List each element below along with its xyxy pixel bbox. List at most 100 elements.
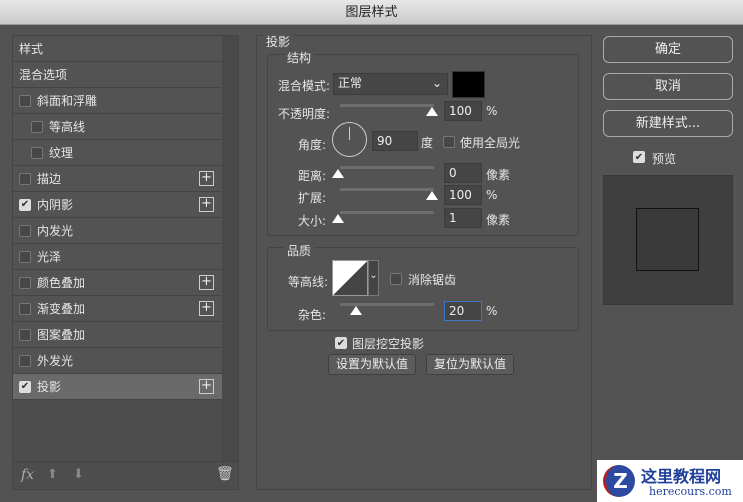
shadow-color-swatch[interactable]	[452, 71, 485, 98]
scrollbar[interactable]	[222, 36, 238, 461]
preview-thumbnail	[603, 175, 733, 305]
fx-button[interactable]: fx	[21, 467, 34, 483]
size-slider[interactable]	[340, 211, 434, 214]
style-item-label: 样式	[19, 42, 44, 56]
quality-group: 品质 等高线: ⌄ 消除锯齿 杂色: 20 %	[267, 242, 579, 331]
style-item-checkbox[interactable]: ✔	[19, 198, 31, 211]
distance-input[interactable]: 0	[444, 163, 482, 183]
opacity-unit: %	[486, 104, 498, 118]
ok-button[interactable]: 确定	[603, 36, 733, 63]
blend-mode-value: 正常	[338, 76, 363, 90]
style-item[interactable]: 光泽	[13, 244, 222, 270]
spread-slider[interactable]	[340, 188, 434, 191]
size-unit: 像素	[486, 213, 511, 227]
style-item-label: 等高线	[49, 120, 86, 134]
new-style-button[interactable]: 新建样式...	[603, 110, 733, 137]
angle-dial[interactable]	[332, 122, 367, 157]
watermark-name: 这里教程网	[641, 467, 722, 486]
add-icon[interactable]: +	[199, 379, 214, 394]
style-item-label: 纹理	[49, 146, 74, 160]
knockout-checkbox[interactable]: ✔	[335, 337, 347, 349]
style-item[interactable]: 颜色叠加 +	[13, 270, 222, 296]
spread-input[interactable]: 100	[444, 185, 482, 205]
opacity-slider[interactable]	[340, 104, 434, 107]
style-item-checkbox[interactable]: ✔	[19, 380, 31, 393]
opacity-input[interactable]: 100	[444, 101, 482, 121]
spread-label: 扩展:	[298, 191, 327, 205]
style-item-label: 斜面和浮雕	[37, 94, 98, 108]
style-item-label: 颜色叠加	[37, 276, 86, 290]
global-light-label: 使用全局光	[460, 136, 521, 150]
style-item-checkbox[interactable]	[19, 276, 31, 289]
style-item-checkbox[interactable]	[31, 120, 43, 133]
style-item[interactable]: 图案叠加	[13, 322, 222, 348]
style-item-checkbox[interactable]	[19, 302, 31, 315]
style-item[interactable]: 渐变叠加 +	[13, 296, 222, 322]
style-item-checkbox[interactable]	[19, 250, 31, 263]
quality-title: 品质	[284, 242, 315, 259]
antialias-checkbox[interactable]	[390, 273, 402, 285]
style-item-label: 内发光	[37, 224, 74, 238]
style-item-checkbox[interactable]	[19, 172, 31, 185]
set-default-button[interactable]: 设置为默认值	[328, 354, 416, 375]
size-input[interactable]: 1	[444, 208, 482, 228]
distance-slider-thumb[interactable]	[332, 169, 344, 178]
style-item-label: 光泽	[37, 250, 62, 264]
contour-chevron-down-icon[interactable]: ⌄	[368, 260, 379, 296]
style-item[interactable]: 外发光	[13, 348, 222, 374]
noise-label: 杂色:	[298, 308, 327, 322]
chevron-down-icon: ⌄	[431, 76, 442, 90]
preview-checkbox[interactable]: ✔	[633, 151, 645, 163]
reset-default-button[interactable]: 复位为默认值	[426, 354, 514, 375]
style-item[interactable]: 斜面和浮雕	[13, 88, 222, 114]
style-item-checkbox[interactable]	[19, 328, 31, 341]
preview-label: 预览	[652, 152, 677, 166]
style-item[interactable]: ✔ 投影 +	[13, 374, 222, 400]
style-item[interactable]: 混合选项	[13, 62, 222, 88]
panel-title: 投影	[263, 33, 294, 50]
blend-mode-select[interactable]: 正常 ⌄	[333, 73, 448, 95]
spread-unit: %	[486, 188, 498, 202]
distance-slider[interactable]	[340, 166, 434, 169]
distance-label: 距离:	[298, 169, 327, 183]
angle-unit: 度	[421, 136, 434, 150]
blend-mode-label: 混合模式:	[278, 79, 331, 93]
style-item-label: 外发光	[37, 354, 74, 368]
style-item-label: 描边	[37, 172, 62, 186]
global-light-checkbox[interactable]	[443, 136, 455, 148]
move-up-icon[interactable]: ⬆	[47, 467, 58, 482]
structure-title: 结构	[284, 49, 315, 66]
title-bar: 图层样式	[0, 0, 743, 25]
style-item-checkbox[interactable]	[19, 224, 31, 237]
style-item-label: 图案叠加	[37, 328, 86, 342]
style-item[interactable]: ✔ 内阴影 +	[13, 192, 222, 218]
angle-label: 角度:	[298, 138, 327, 152]
move-down-icon[interactable]: ⬇	[73, 467, 84, 482]
styles-list: 样式 混合选项 斜面和浮雕 等高线 纹理 描边 + ✔ 内阴影 + 内发光 光泽 颜色叠加 + 渐变叠加 + 图…	[12, 35, 239, 490]
opacity-slider-thumb[interactable]	[426, 107, 438, 116]
trash-icon[interactable]: 🗑	[216, 466, 234, 482]
cancel-button[interactable]: 取消	[603, 73, 733, 100]
style-item-checkbox[interactable]	[31, 146, 43, 159]
add-icon[interactable]: +	[199, 197, 214, 212]
style-item-label: 内阴影	[37, 198, 74, 212]
style-item-checkbox[interactable]	[19, 354, 31, 367]
add-icon[interactable]: +	[199, 301, 214, 316]
style-item[interactable]: 描边 +	[13, 166, 222, 192]
opacity-label: 不透明度:	[278, 107, 331, 121]
size-slider-thumb[interactable]	[332, 214, 344, 223]
angle-input[interactable]: 90	[372, 131, 418, 151]
noise-input[interactable]: 20	[444, 301, 482, 321]
style-item[interactable]: 样式	[13, 36, 222, 62]
add-icon[interactable]: +	[199, 171, 214, 186]
spread-slider-thumb[interactable]	[426, 191, 438, 200]
noise-slider-thumb[interactable]	[350, 306, 362, 315]
style-item[interactable]: 纹理	[13, 140, 222, 166]
contour-preview[interactable]	[332, 260, 368, 296]
style-item[interactable]: 内发光	[13, 218, 222, 244]
add-icon[interactable]: +	[199, 275, 214, 290]
style-item[interactable]: 等高线	[13, 114, 222, 140]
drop-shadow-panel: 投影 结构 混合模式: 正常 ⌄ 不透明度: 100 % 角度: 90 度 使用全…	[256, 33, 592, 490]
style-item-label: 混合选项	[19, 68, 68, 82]
style-item-checkbox[interactable]	[19, 94, 31, 107]
